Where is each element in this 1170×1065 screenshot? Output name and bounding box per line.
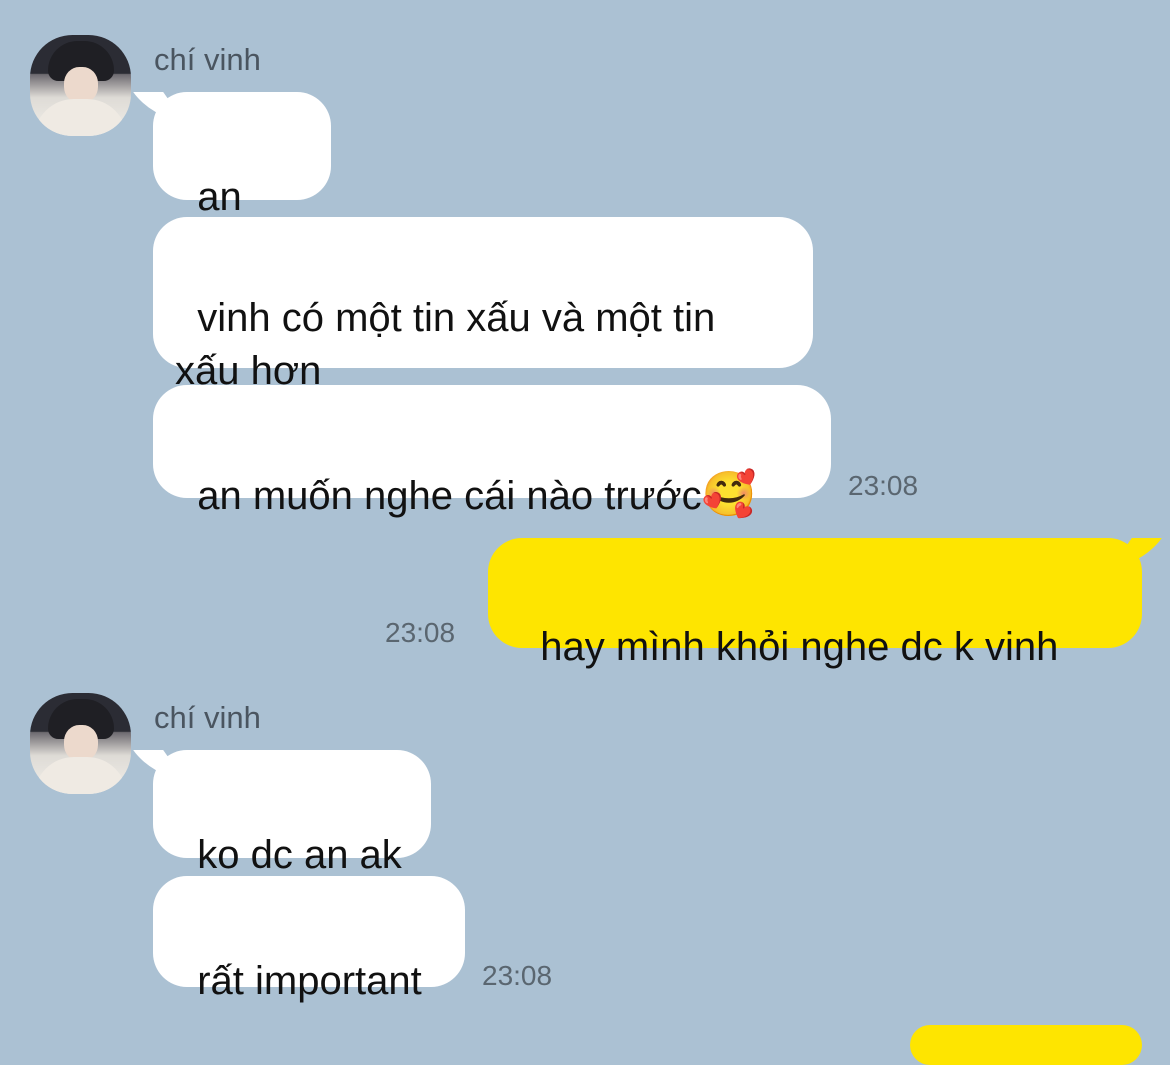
- sender-name: chí vinh: [154, 700, 261, 735]
- message-bubble-outgoing-partial[interactable]: [910, 1025, 1142, 1065]
- message-bubble[interactable]: ko dc an ak: [153, 750, 431, 877]
- timestamp: 23:08: [482, 960, 553, 991]
- avatar[interactable]: [30, 35, 131, 136]
- message-bubble-outgoing[interactable]: hay mình khỏi nghe dc k vinh: [488, 538, 1142, 669]
- avatar[interactable]: [30, 693, 131, 794]
- message-bubble[interactable]: an muốn nghe cái nào trước🥰: [153, 385, 831, 519]
- smiling-face-with-hearts-emoji: 🥰: [701, 470, 757, 519]
- avatar-body: [34, 757, 127, 794]
- avatar-face: [64, 725, 98, 761]
- message-bubble[interactable]: an ơi...: [153, 92, 331, 272]
- timestamp: 23:08: [848, 470, 919, 501]
- message-text: an muốn nghe cái nào trước: [197, 474, 702, 518]
- message-text: ko dc an ak: [197, 833, 402, 877]
- message-text: hay mình khỏi nghe dc k vinh: [540, 625, 1059, 669]
- timestamp: 23:08: [385, 617, 456, 648]
- message-bubble[interactable]: rất important: [153, 876, 465, 1003]
- avatar-face: [64, 67, 98, 103]
- message-bubble[interactable]: vinh có một tin xấu và một tin xấu hơn: [153, 217, 813, 393]
- avatar-body: [34, 99, 127, 136]
- sender-name: chí vinh: [154, 42, 261, 77]
- message-text: vinh có một tin xấu và một tin xấu hơn: [175, 296, 716, 393]
- message-text: rất important: [197, 959, 422, 1003]
